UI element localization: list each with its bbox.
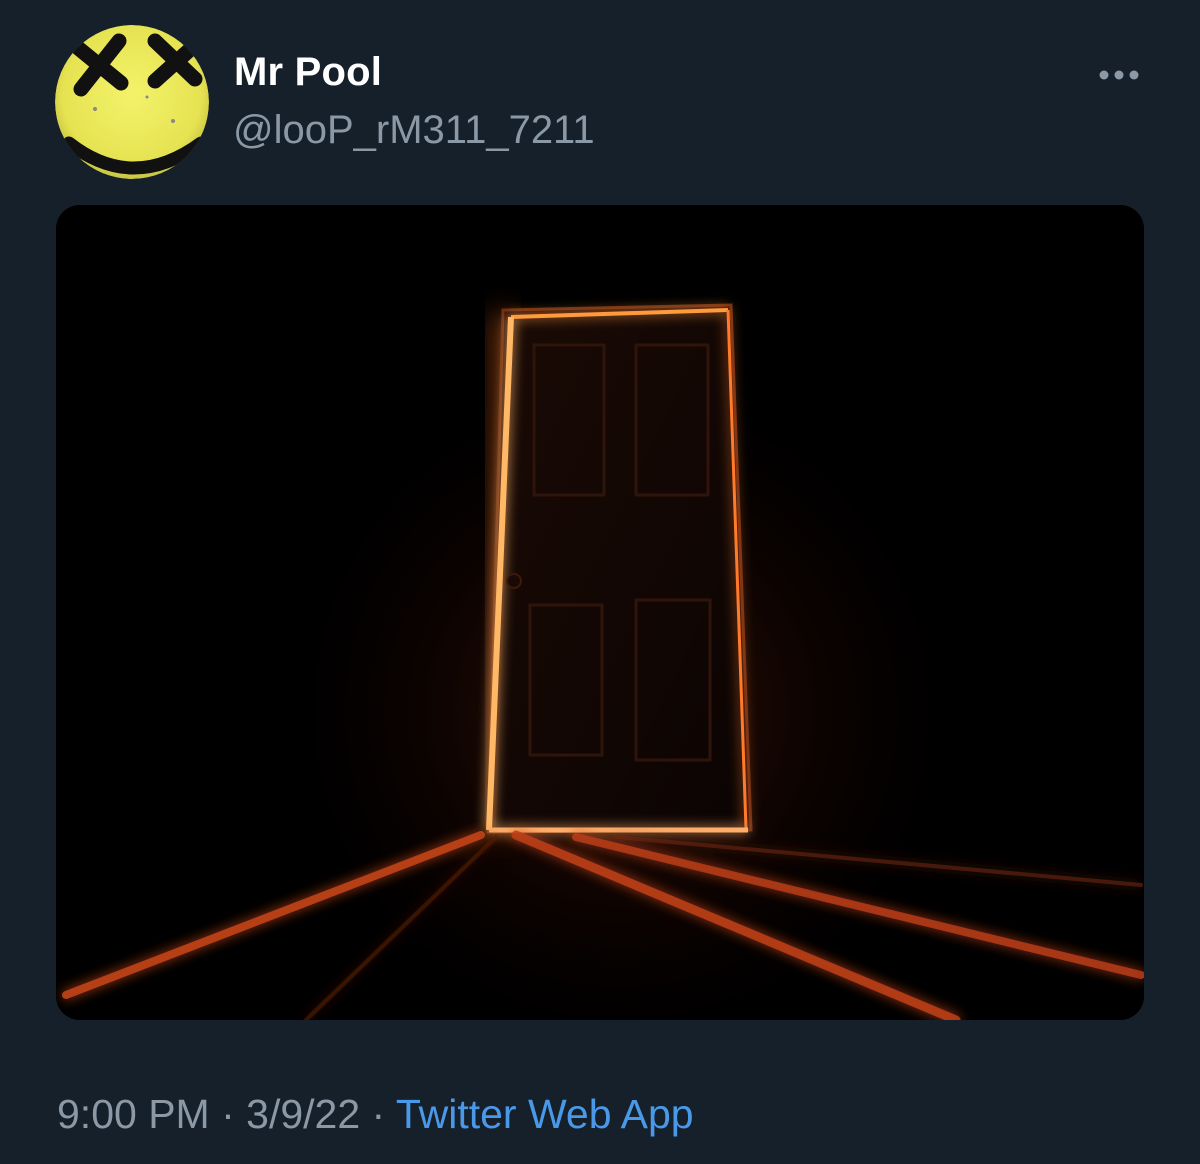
meta-separator: · <box>360 1091 396 1137</box>
tweet-source-link[interactable]: Twitter Web App <box>396 1091 694 1137</box>
glowing-door-image <box>56 205 1144 1020</box>
tweet-date[interactable]: 3/9/22 <box>246 1091 360 1137</box>
more-options-button[interactable] <box>1090 56 1148 96</box>
tweet[interactable]: Mr Pool @looP_rM311_7211 9:00 PM · 3/9/2… <box>0 0 1200 1164</box>
user-handle[interactable]: @looP_rM311_7211 <box>233 108 595 153</box>
tweet-meta: 9:00 PM · 3/9/22 · Twitter Web App <box>57 1091 694 1138</box>
tweet-time[interactable]: 9:00 PM <box>57 1091 210 1137</box>
more-horizontal-icon <box>1099 70 1139 80</box>
smiley-face-x-eyes-icon <box>55 25 209 179</box>
avatar[interactable] <box>55 25 209 179</box>
display-name[interactable]: Mr Pool <box>234 50 382 95</box>
tweet-photo[interactable] <box>56 205 1144 1020</box>
meta-separator: · <box>209 1091 247 1137</box>
